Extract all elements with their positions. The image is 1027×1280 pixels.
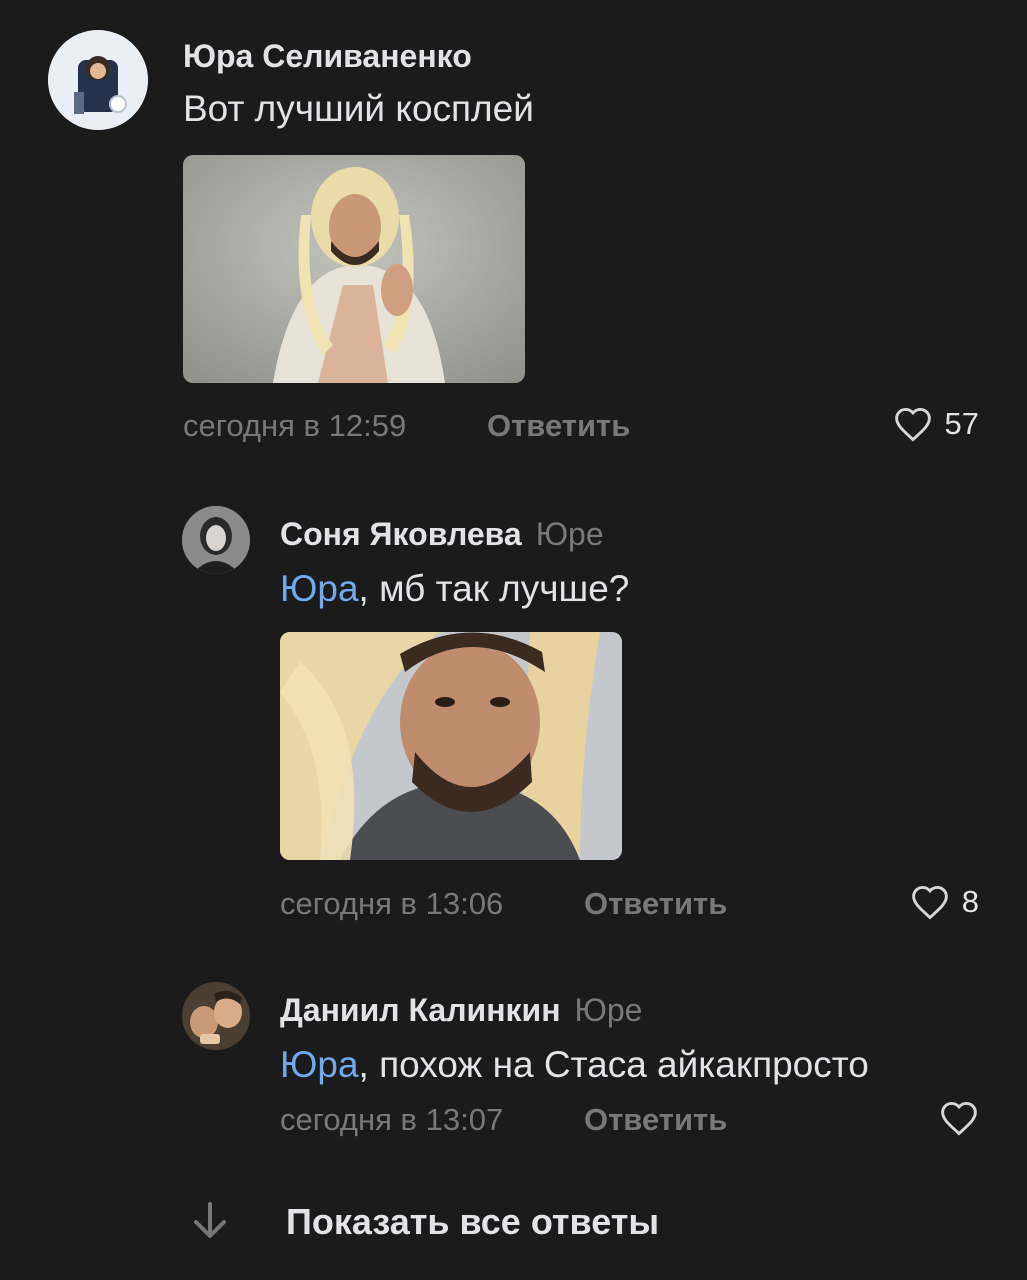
comment-text: Вот лучший косплей: [183, 88, 534, 129]
reply-to-label[interactable]: Юре: [575, 992, 643, 1028]
mention-link[interactable]: Юра: [280, 568, 359, 609]
reply-timestamp: сегодня в 13:06: [280, 886, 504, 921]
heart-icon: [894, 407, 931, 442]
mention-link[interactable]: Юра: [280, 1044, 359, 1085]
reply-author[interactable]: Соня Яковлева Юре: [280, 516, 604, 553]
reply-button[interactable]: Ответить: [584, 1102, 727, 1138]
like-button[interactable]: 8: [910, 884, 979, 920]
avatar[interactable]: [48, 30, 148, 130]
like-count: 57: [944, 406, 979, 441]
attached-photo[interactable]: [280, 632, 622, 860]
avatar[interactable]: [182, 982, 250, 1050]
arrow-down-icon: [194, 1202, 226, 1238]
reply-body: , похож на Стаса айкакпросто: [358, 1044, 869, 1085]
attached-photo[interactable]: [183, 155, 525, 383]
reply-text: Юра, похож на Стаса айкакпросто: [280, 1044, 869, 1086]
like-count: 8: [961, 884, 979, 919]
like-button[interactable]: 57: [893, 406, 979, 442]
show-all-replies-button[interactable]: Показать все ответы: [190, 1200, 659, 1244]
reply-button[interactable]: Ответить: [584, 886, 727, 922]
show-all-label[interactable]: Показать все ответы: [286, 1201, 659, 1243]
author-name[interactable]: Соня Яковлева: [280, 516, 522, 552]
reply-body: , мб так лучше?: [358, 568, 630, 609]
reply-button[interactable]: Ответить: [487, 408, 630, 444]
like-button[interactable]: [939, 1100, 979, 1136]
reply-text: Юра, мб так лучше?: [280, 568, 629, 610]
avatar[interactable]: [182, 506, 250, 574]
comment-timestamp: сегодня в 12:59: [183, 408, 407, 443]
heart-icon: [941, 1101, 977, 1136]
comment-author[interactable]: Юра Селиваненко: [183, 38, 472, 75]
reply-timestamp: сегодня в 13:07: [280, 1102, 504, 1137]
reply-to-label[interactable]: Юре: [536, 516, 604, 552]
heart-icon: [911, 885, 948, 920]
author-name[interactable]: Даниил Калинкин: [280, 992, 561, 1028]
reply-author[interactable]: Даниил Калинкин Юре: [280, 992, 642, 1029]
